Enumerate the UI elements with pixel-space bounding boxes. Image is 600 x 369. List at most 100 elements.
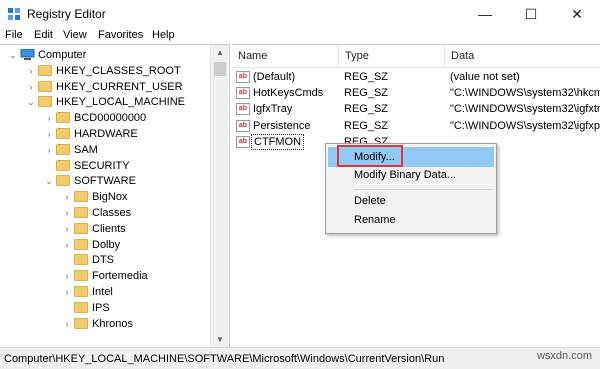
- tree-item-label: HKEY_CURRENT_USER: [56, 80, 183, 93]
- close-button[interactable]: ✕: [554, 0, 600, 28]
- chevron-right-icon[interactable]: ›: [62, 189, 72, 205]
- value-data: "C:\WINDOWS\system32\hkcmd: [450, 87, 600, 100]
- modify-annotation-box: [337, 145, 403, 167]
- folder-icon: [74, 222, 88, 234]
- folder-icon: [56, 159, 70, 171]
- registry-value-row[interactable]: ab Persistence REG_SZ "C:\WINDOWS\system32\…: [232, 118, 600, 134]
- header-divider: [232, 67, 600, 68]
- tree-item[interactable]: › HKEY_CLASSES_ROOT: [26, 63, 226, 79]
- column-header-data[interactable]: Data: [445, 45, 600, 67]
- tree-item[interactable]: › BigNox: [62, 189, 229, 205]
- tree-item[interactable]: ⌄ Computer: [8, 47, 208, 63]
- chevron-right-icon[interactable]: ›: [26, 63, 36, 79]
- registry-value-row[interactable]: ab (Default) REG_SZ (value not set): [232, 69, 600, 85]
- tree-item[interactable]: › Clients: [62, 221, 229, 237]
- tree-item-label: Khronos: [92, 317, 133, 330]
- menu-file[interactable]: File: [5, 29, 23, 41]
- menu-view[interactable]: View: [63, 29, 87, 41]
- tree-item[interactable]: › BCD00000000: [44, 110, 229, 126]
- tree-item-label: HKEY_CLASSES_ROOT: [56, 64, 181, 77]
- value-type: REG_SZ: [344, 71, 389, 83]
- folder-icon: [56, 128, 70, 139]
- tree-item[interactable]: › Dolby: [62, 237, 229, 253]
- chevron-right-icon[interactable]: ›: [62, 221, 72, 237]
- computer-icon: [20, 49, 35, 60]
- registry-tree-pane[interactable]: ⌄ Computer › HKEY_CLASSES_ROOT › HKEY_CURRENT…: [0, 44, 230, 347]
- tree-item-label: Dolby: [92, 238, 121, 251]
- folder-icon: [56, 112, 70, 124]
- watermark: wsxdn.com: [536, 350, 592, 362]
- tree-item[interactable]: › Classes: [62, 205, 229, 221]
- folder-icon: [74, 301, 88, 313]
- chevron-down-icon[interactable]: ⌄: [26, 94, 36, 110]
- scroll-down-arrow-icon[interactable]: ▼: [211, 332, 229, 347]
- scroll-up-arrow-icon[interactable]: ▲: [211, 45, 229, 61]
- folder-icon: [74, 286, 88, 297]
- chevron-right-icon[interactable]: ›: [62, 237, 72, 253]
- tree-item[interactable]: IPS: [62, 300, 229, 316]
- registry-value-row[interactable]: ab IgfxTray REG_SZ "C:\WINDOWS\system32\igf…: [232, 101, 600, 117]
- tree-item-label: DTS: [92, 254, 114, 267]
- tree-item-label: Intel: [92, 286, 113, 298]
- tree-item[interactable]: › HARDWARE: [44, 126, 229, 142]
- folder-icon: [38, 96, 52, 108]
- tree-item[interactable]: › Khronos: [62, 316, 229, 332]
- tree-scrollbar[interactable]: ▲ ▼: [210, 45, 228, 347]
- value-type: REG_SZ: [344, 87, 389, 100]
- column-header-type[interactable]: Type: [339, 45, 445, 67]
- chevron-right-icon[interactable]: ›: [62, 284, 72, 300]
- tree-item[interactable]: › HKEY_CURRENT_USER: [26, 79, 226, 95]
- title-bar: Registry Editor — ☐ ✕: [0, 0, 600, 28]
- tree-item[interactable]: SECURITY: [44, 158, 229, 174]
- folder-icon: [74, 254, 88, 266]
- chevron-right-icon[interactable]: ›: [44, 110, 54, 126]
- chevron-right-icon[interactable]: ›: [44, 142, 54, 158]
- tree-item-label: IPS: [92, 301, 110, 314]
- folder-icon: [56, 143, 70, 155]
- tree-item[interactable]: ⌄ HKEY_LOCAL_MACHINE: [26, 94, 226, 110]
- folder-icon: [74, 207, 88, 218]
- scroll-thumb[interactable]: [214, 62, 226, 76]
- chevron-right-icon[interactable]: ›: [62, 205, 72, 221]
- registry-editor-icon: [8, 8, 20, 20]
- tree-item[interactable]: › SAM: [44, 142, 229, 158]
- context-menu-rename[interactable]: Rename: [328, 210, 494, 230]
- value-name: IgfxTray: [253, 103, 293, 116]
- value-name: Persistence: [253, 119, 311, 132]
- tree-item-label: SAM: [74, 143, 98, 156]
- tree-item[interactable]: › Intel: [62, 284, 229, 300]
- value-name: CTFMON: [251, 133, 305, 150]
- tree-item-label: HKEY_LOCAL_MACHINE: [56, 96, 185, 109]
- folder-icon: [38, 64, 52, 76]
- column-header-name[interactable]: Name: [232, 45, 339, 67]
- chevron-down-icon[interactable]: ⌄: [44, 173, 54, 189]
- menu-help[interactable]: Help: [152, 29, 175, 41]
- chevron-right-icon[interactable]: ›: [62, 316, 72, 332]
- value-data: "C:\WINDOWS\system32\igfxper: [450, 119, 600, 132]
- chevron-down-icon[interactable]: ⌄: [8, 47, 18, 63]
- tree-item-label: Computer: [38, 49, 87, 61]
- tree-item[interactable]: › Fortemedia: [62, 268, 229, 284]
- value-type: REG_SZ: [344, 103, 389, 116]
- context-menu-modify-binary[interactable]: Modify Binary Data...: [328, 165, 494, 185]
- tree-item[interactable]: ⌄ SOFTWARE: [44, 173, 229, 189]
- chevron-right-icon[interactable]: ›: [44, 126, 54, 142]
- menu-edit[interactable]: Edit: [34, 29, 53, 41]
- chevron-right-icon[interactable]: ›: [26, 79, 36, 95]
- folder-icon: [38, 80, 52, 92]
- value-data: (value not set): [450, 71, 520, 83]
- string-value-icon: ab: [236, 71, 250, 83]
- menu-bar: File Edit View Favorites Help: [0, 28, 600, 44]
- maximize-button[interactable]: ☐: [508, 0, 554, 28]
- context-menu-separator: [354, 189, 492, 190]
- registry-value-row[interactable]: ab HotKeysCmds REG_SZ "C:\WINDOWS\system32\…: [232, 85, 600, 101]
- string-value-icon: ab: [236, 135, 250, 148]
- minimize-button[interactable]: —: [462, 0, 508, 28]
- tree-item[interactable]: DTS: [62, 252, 229, 268]
- value-name: HotKeysCmds: [253, 87, 324, 100]
- tree-item-label: SECURITY: [74, 159, 130, 172]
- menu-favorites[interactable]: Favorites: [98, 29, 143, 41]
- folder-icon: [74, 191, 88, 203]
- chevron-right-icon[interactable]: ›: [62, 268, 72, 284]
- context-menu-delete[interactable]: Delete: [328, 191, 494, 211]
